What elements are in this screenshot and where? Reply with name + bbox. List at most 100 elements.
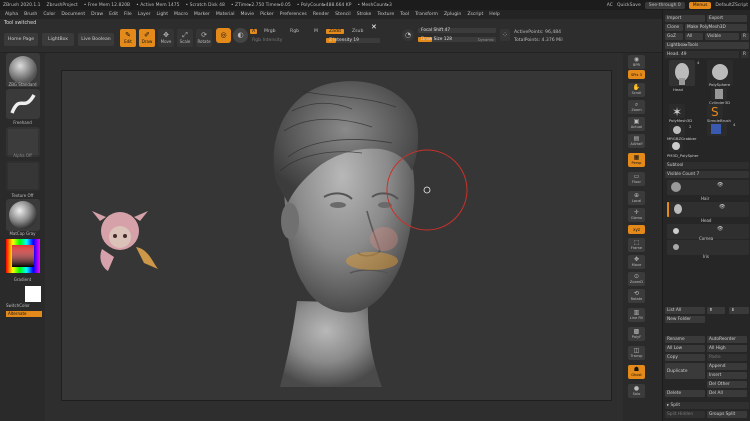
autoreorder-button[interactable]: AutoReorder (707, 336, 747, 343)
menu-help[interactable]: Help (489, 12, 499, 17)
gradient-label[interactable]: Gradient (0, 277, 45, 282)
current-tool-slider[interactable]: Head. 49 (665, 51, 739, 58)
menu-preferences[interactable]: Preferences (280, 12, 307, 17)
material-sphere-button[interactable]: ◐ (233, 28, 248, 43)
tool-simplebrush-tile[interactable]: S (707, 104, 723, 119)
material-thumbnail[interactable] (6, 199, 40, 231)
menu-draw[interactable]: Draw (91, 12, 103, 17)
document-canvas[interactable] (61, 70, 612, 401)
m-toggle[interactable]: M (314, 29, 318, 34)
clone-button[interactable]: Clone (665, 24, 683, 31)
tool-polymesh-tile[interactable]: ✶ (669, 104, 685, 119)
floor-button[interactable]: ▭ Floor (628, 172, 645, 186)
menu-render[interactable]: Render (313, 12, 329, 17)
texture-thumbnail[interactable] (6, 161, 40, 191)
edit-button[interactable]: ✎ Edit (120, 29, 136, 47)
tool-mesh-tile[interactable] (707, 122, 727, 136)
z-intensity-slider[interactable]: Z Intensity 19 (326, 38, 380, 43)
menu-material[interactable]: Material (216, 12, 235, 17)
mrgb-toggle[interactable]: Mrgb (264, 29, 276, 34)
tool-pm3d-tile[interactable] (669, 140, 683, 152)
draw-button[interactable]: ✐ Draw (139, 29, 155, 47)
gizmo-button[interactable]: ✛ Gizmo (628, 208, 645, 222)
brush-preview-button[interactable]: ◎ (216, 28, 231, 43)
secondary-color-swatch[interactable] (25, 286, 41, 302)
del-other-button[interactable]: Del Other (707, 381, 747, 388)
local-button[interactable]: ⊕ Local (628, 191, 645, 205)
rotate-view-button[interactable]: ⟲ Rotate (628, 289, 645, 303)
menu-light[interactable]: Light (157, 12, 168, 17)
import-button[interactable]: Import (665, 15, 705, 22)
lightbox-tools-button[interactable]: Lightbox▸Tools (665, 42, 749, 49)
split-hidden-button[interactable]: Split Hidden (665, 411, 705, 418)
menu-layer[interactable]: Layer (138, 12, 151, 17)
subtool-iris-row[interactable] (667, 240, 749, 255)
all-high-button[interactable]: All High (707, 345, 747, 352)
zadd-toggle[interactable]: Zadd (326, 29, 344, 34)
subtool-header[interactable]: Subtool (665, 162, 749, 169)
paste-button[interactable]: Paste (707, 354, 747, 361)
default-zscript-button[interactable]: DefaultZScript (715, 3, 748, 8)
switch-color-label[interactable]: SwitchColor (0, 303, 45, 308)
quicksave-button[interactable]: QuickSave (617, 3, 641, 8)
frame-button[interactable]: ⬚ Frame (628, 238, 645, 252)
menu-tool[interactable]: Tool (400, 12, 409, 17)
goz-button[interactable]: GoZ (665, 33, 683, 40)
menus-button[interactable]: Menus (688, 1, 712, 9)
menu-brush[interactable]: Brush (24, 12, 37, 17)
xyz-toggle[interactable]: xyz (628, 225, 645, 234)
live-boolean-button[interactable]: Live Boolean (78, 33, 114, 46)
zsub-toggle[interactable]: Zsub (352, 29, 363, 34)
close-icon[interactable]: ✕ (371, 23, 377, 31)
menu-zplugin[interactable]: Zplugin (444, 12, 461, 17)
menu-stroke[interactable]: Stroke (357, 12, 372, 17)
visible-count-slider[interactable]: Visible Count 7 (665, 171, 749, 178)
menu-alpha[interactable]: Alpha (5, 12, 18, 17)
tool-cylinder-tile[interactable] (711, 88, 727, 100)
aahalf-button[interactable]: ▤ AAHalf (628, 134, 645, 148)
r2-button[interactable]: R (741, 51, 749, 58)
groups-split-button[interactable]: Groups Split (707, 411, 747, 418)
r-button[interactable]: R (741, 33, 749, 40)
menu-color[interactable]: Color (43, 12, 55, 17)
move-up-button[interactable]: ⬆ (707, 307, 725, 314)
line-fill-button[interactable]: ▥ Line Fill (628, 308, 645, 322)
goz-all-button[interactable]: All (685, 33, 703, 40)
a-toggle[interactable]: A (250, 29, 258, 34)
see-through-slider[interactable]: See-through 0 (644, 1, 685, 9)
transp-button[interactable]: ◫ Transp (628, 346, 645, 360)
dynamic-toggle[interactable]: Dynamic (478, 38, 494, 42)
split-header[interactable]: ▸ Split (665, 402, 749, 409)
home-page-button[interactable]: Home Page (4, 33, 38, 46)
all-low-button[interactable]: All Low (665, 345, 705, 352)
menu-movie[interactable]: Movie (240, 12, 254, 17)
tool-zsphere-tile[interactable] (669, 124, 685, 136)
copy-button[interactable]: Copy (665, 354, 705, 361)
menu-stencil[interactable]: Stencil (335, 12, 351, 17)
stroke-thumbnail[interactable] (6, 89, 40, 119)
make-polymesh-button[interactable]: Make PolyMesh3D (685, 24, 747, 31)
tool-head-tile[interactable] (669, 60, 695, 86)
subtool-cornea-eye-icon[interactable]: 👁 (717, 226, 723, 232)
subtool-head-eye-icon[interactable]: 👁 (719, 204, 725, 210)
subtool-hair-eye-icon[interactable]: 👁 (717, 182, 723, 188)
sculpt-viewport[interactable] (62, 71, 613, 402)
polyf-button[interactable]: ▩ PolyF (628, 327, 645, 341)
ghost-button[interactable]: ☗ Ghost (628, 365, 645, 379)
ac-label[interactable]: AC (607, 3, 613, 8)
actual-button[interactable]: ▣ Actual (628, 117, 645, 131)
append-button[interactable]: Append (707, 363, 747, 370)
spix-slider[interactable]: SPix 3 (628, 70, 645, 79)
menu-edit[interactable]: Edit (109, 12, 118, 17)
menu-macro[interactable]: Macro (174, 12, 188, 17)
new-folder-button[interactable]: New Folder (665, 316, 705, 323)
color-picker[interactable] (6, 239, 40, 273)
menu-document[interactable]: Document (61, 12, 85, 17)
solo-button[interactable]: ● Solo (628, 384, 645, 398)
export-button[interactable]: Export (707, 15, 747, 22)
move-down-button[interactable]: ⬇ (729, 307, 749, 314)
insert-button[interactable]: Insert (707, 372, 747, 379)
subtool-head-row[interactable]: 👁 (667, 202, 749, 217)
menu-texture[interactable]: Texture (377, 12, 394, 17)
duplicate-button[interactable]: Duplicate (665, 363, 705, 379)
